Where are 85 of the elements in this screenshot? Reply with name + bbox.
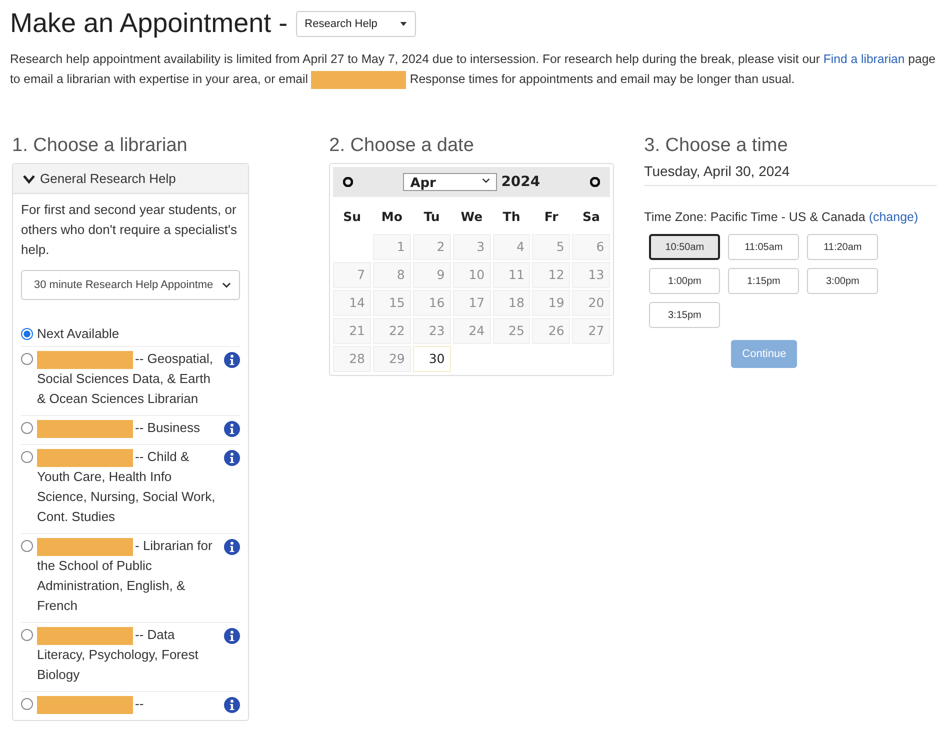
calendar-day: 3	[452, 234, 491, 260]
timezone-text: Time Zone: Pacific Time - US & Canada	[644, 210, 866, 224]
time-slot-button[interactable]: 11:20am	[807, 234, 878, 260]
year-label: 2024	[501, 174, 540, 190]
calendar-day[interactable]: 30	[412, 346, 451, 372]
calendar-day: 6	[572, 234, 610, 260]
weekday-label: Su	[342, 208, 362, 226]
calendar-day: 12	[532, 262, 570, 288]
weekday-label: Th	[502, 208, 522, 226]
radio-button[interactable]	[21, 540, 33, 552]
calendar-day: 14	[333, 290, 372, 316]
info-icon[interactable]	[224, 628, 240, 644]
librarian-option[interactable]: -- Data Literacy, Psychology, Forest Biology	[37, 625, 220, 685]
group-description: For first and second year students, or others who don't require a specialist's help.	[21, 201, 238, 259]
chevron-icon	[222, 282, 232, 288]
calendar-day: 7	[333, 262, 372, 288]
previous-month-icon[interactable]	[343, 177, 354, 187]
radio-button[interactable]	[21, 422, 33, 434]
chevron-icon	[23, 174, 35, 184]
time-slot-button[interactable]: 1:00pm	[649, 268, 720, 294]
time-slot-button[interactable]: 3:15pm	[649, 302, 720, 328]
calendar-day: 24	[452, 318, 491, 344]
radio-button[interactable]	[21, 698, 33, 710]
info-icon[interactable]	[224, 352, 240, 368]
librarian-option[interactable]: Next Available	[37, 324, 240, 344]
calendar-day: 23	[412, 318, 451, 344]
calendar-day: 4	[492, 234, 530, 260]
calendar-day: 20	[572, 290, 610, 316]
info-icon[interactable]	[224, 539, 240, 555]
find-librarian-link[interactable]: Find a librarian	[823, 52, 905, 66]
calendar-day: 13	[572, 262, 610, 288]
selected-date: Tuesday, April 30, 2024	[644, 163, 937, 186]
weekday-label: Sa	[582, 208, 601, 226]
calendar-day: 9	[412, 262, 451, 288]
calendar-day: 11	[492, 262, 530, 288]
calendar-day: 19	[532, 290, 570, 316]
time-slot-button[interactable]: 10:50am	[649, 234, 720, 260]
weekday-label: Fr	[543, 208, 560, 226]
calendar-day: 8	[373, 262, 411, 288]
librarian-option[interactable]: - Librarian for the School of Public Administration, English, & French	[37, 536, 220, 616]
appointment-select[interactable]: 30 minute Research Help Appointme	[21, 270, 240, 300]
notice-text: Research help appointment availability is limited from April 27 to May 7, 2024 due to intersession. For research help during the break, please visit our Find a librarian page to email a librarian with expertise in your area, or email Response times for appointments and email may be longer than usual.	[10, 49, 937, 89]
calendar-day: 16	[412, 290, 451, 316]
time-slot-button[interactable]: 1:15pm	[728, 268, 800, 294]
chevron-icon	[482, 178, 490, 183]
calendar-day: 10	[452, 262, 491, 288]
time-slot-button[interactable]: 3:00pm	[807, 268, 878, 294]
calendar-day: 17	[452, 290, 491, 316]
info-icon[interactable]	[224, 450, 240, 466]
radio-button[interactable]	[21, 629, 33, 641]
weekday-label: Mo	[380, 208, 404, 226]
section-heading: 2. Choose a date	[329, 135, 475, 157]
calendar-day: 2	[412, 234, 451, 260]
section-heading: 3. Choose a time	[644, 135, 789, 157]
calendar-day: 26	[532, 318, 570, 344]
librarian-option[interactable]: --	[37, 694, 220, 714]
next-month-icon[interactable]	[590, 177, 600, 187]
page-title: Make an Appointment -	[10, 8, 288, 39]
calendar-day: 28	[333, 346, 372, 372]
weekday-label: We	[460, 208, 484, 226]
info-icon[interactable]	[224, 421, 240, 437]
radio-button[interactable]	[21, 328, 33, 340]
month-select[interactable]: Apr	[403, 173, 498, 191]
calendar-day: 1	[373, 234, 411, 260]
info-icon[interactable]	[224, 697, 240, 713]
librarian-option[interactable]: -- Child & Youth Care, Health Info Science, Nursing, Social Work, Cont. Studies	[37, 447, 220, 527]
weekday-label: Tu	[422, 208, 441, 226]
caret-icon	[400, 22, 407, 26]
time-slot-button[interactable]: 11:05am	[728, 234, 800, 260]
calendar-day: 25	[492, 318, 530, 344]
section-heading: 1. Choose a librarian	[12, 135, 188, 157]
calendar-day: 29	[373, 346, 411, 372]
calendar-day: 18	[492, 290, 530, 316]
radio-button[interactable]	[21, 451, 33, 463]
radio-button[interactable]	[21, 353, 33, 365]
change-link[interactable]: (change)	[868, 210, 918, 224]
calendar-day: 5	[532, 234, 570, 260]
calendar-day: 15	[373, 290, 411, 316]
calendar-day: 21	[333, 318, 372, 344]
calendar-day: 22	[373, 318, 411, 344]
category-select[interactable]: Research Help	[296, 10, 416, 36]
librarian-option[interactable]: -- Business	[37, 418, 220, 438]
calendar-day: 27	[572, 318, 610, 344]
librarian-option[interactable]: -- Geospatial, Social Sciences Data, & Earth & Ocean Sciences Librarian	[37, 349, 220, 409]
group-header[interactable]: General Research Help	[13, 164, 248, 194]
